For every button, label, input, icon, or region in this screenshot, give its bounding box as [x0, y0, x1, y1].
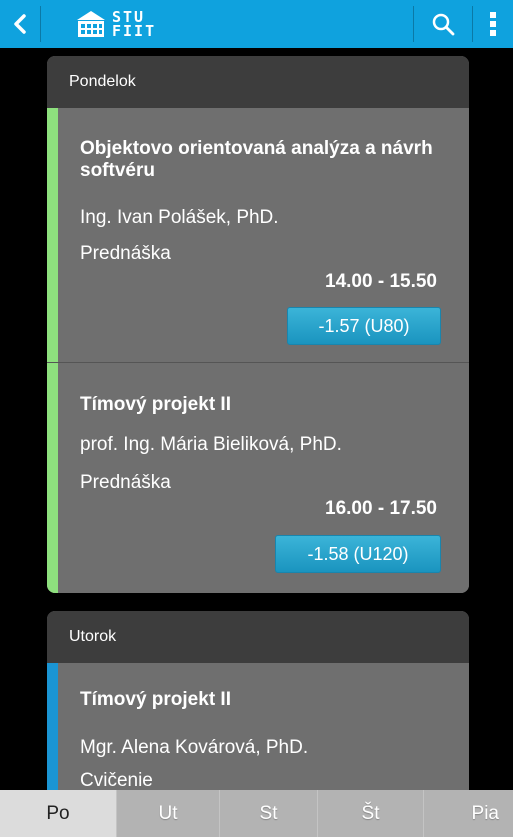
day-header: Utorok [47, 611, 469, 663]
day-card: Pondelok Objektovo orientovaná analýza a… [47, 56, 469, 593]
room-button[interactable]: -1.58 (U120) [275, 535, 441, 573]
chevron-left-icon [14, 14, 26, 34]
lesson-color-stripe [47, 108, 58, 362]
lesson-color-stripe [47, 363, 58, 593]
lesson-teacher: prof. Ing. Mária Bieliková, PhD. [80, 434, 342, 455]
room-button[interactable]: -1.57 (U80) [287, 307, 441, 345]
tab-monday[interactable]: Po [0, 790, 116, 837]
day-card: Utorok Tímový projekt II Mgr. Alena Ková… [47, 611, 469, 790]
lesson-title: Tímový projekt II [80, 394, 231, 415]
tab-friday[interactable]: Pia [423, 790, 513, 837]
university-building-icon [77, 11, 105, 37]
day-tab-bar: Po Ut St Št Pia [0, 790, 513, 837]
app-bar: STU FIIT [0, 0, 513, 48]
search-button[interactable] [414, 0, 472, 48]
lesson-teacher: Mgr. Alena Kovárová, PhD. [80, 737, 309, 758]
lesson-color-stripe [47, 663, 58, 790]
overflow-menu-button[interactable] [473, 0, 513, 48]
lesson-item[interactable]: Tímový projekt II Mgr. Alena Kovárová, P… [47, 663, 469, 790]
lesson-type: Prednáška [80, 243, 171, 264]
lesson-time: 16.00 - 17.50 [325, 498, 437, 519]
day-header: Pondelok [47, 56, 469, 108]
back-button[interactable] [0, 0, 40, 48]
lesson-type: Prednáška [80, 472, 171, 493]
tab-wednesday[interactable]: St [219, 790, 317, 837]
search-icon [432, 13, 455, 36]
stu-fiit-logo: STU FIIT [75, 9, 156, 39]
lesson-item[interactable]: Tímový projekt II prof. Ing. Mária Bieli… [47, 363, 469, 593]
lesson-time: 14.00 - 15.50 [325, 271, 437, 292]
lesson-type: Cvičenie [80, 770, 153, 790]
lesson-title: Tímový projekt II [80, 689, 231, 710]
more-vertical-icon [490, 12, 496, 36]
timetable-list[interactable]: Pondelok Objektovo orientovaná analýza a… [0, 48, 513, 790]
logo-text: STU FIIT [112, 10, 157, 40]
lesson-teacher: Ing. Ivan Polášek, PhD. [80, 207, 279, 228]
logo-line-2: FIIT [112, 22, 157, 40]
lesson-title: Objektovo orientovaná analýza a návrh so… [80, 138, 433, 181]
lesson-item[interactable]: Objektovo orientovaná analýza a návrh so… [47, 108, 469, 362]
separator [40, 6, 41, 42]
tab-tuesday[interactable]: Ut [116, 790, 219, 837]
tab-thursday[interactable]: Št [317, 790, 423, 837]
